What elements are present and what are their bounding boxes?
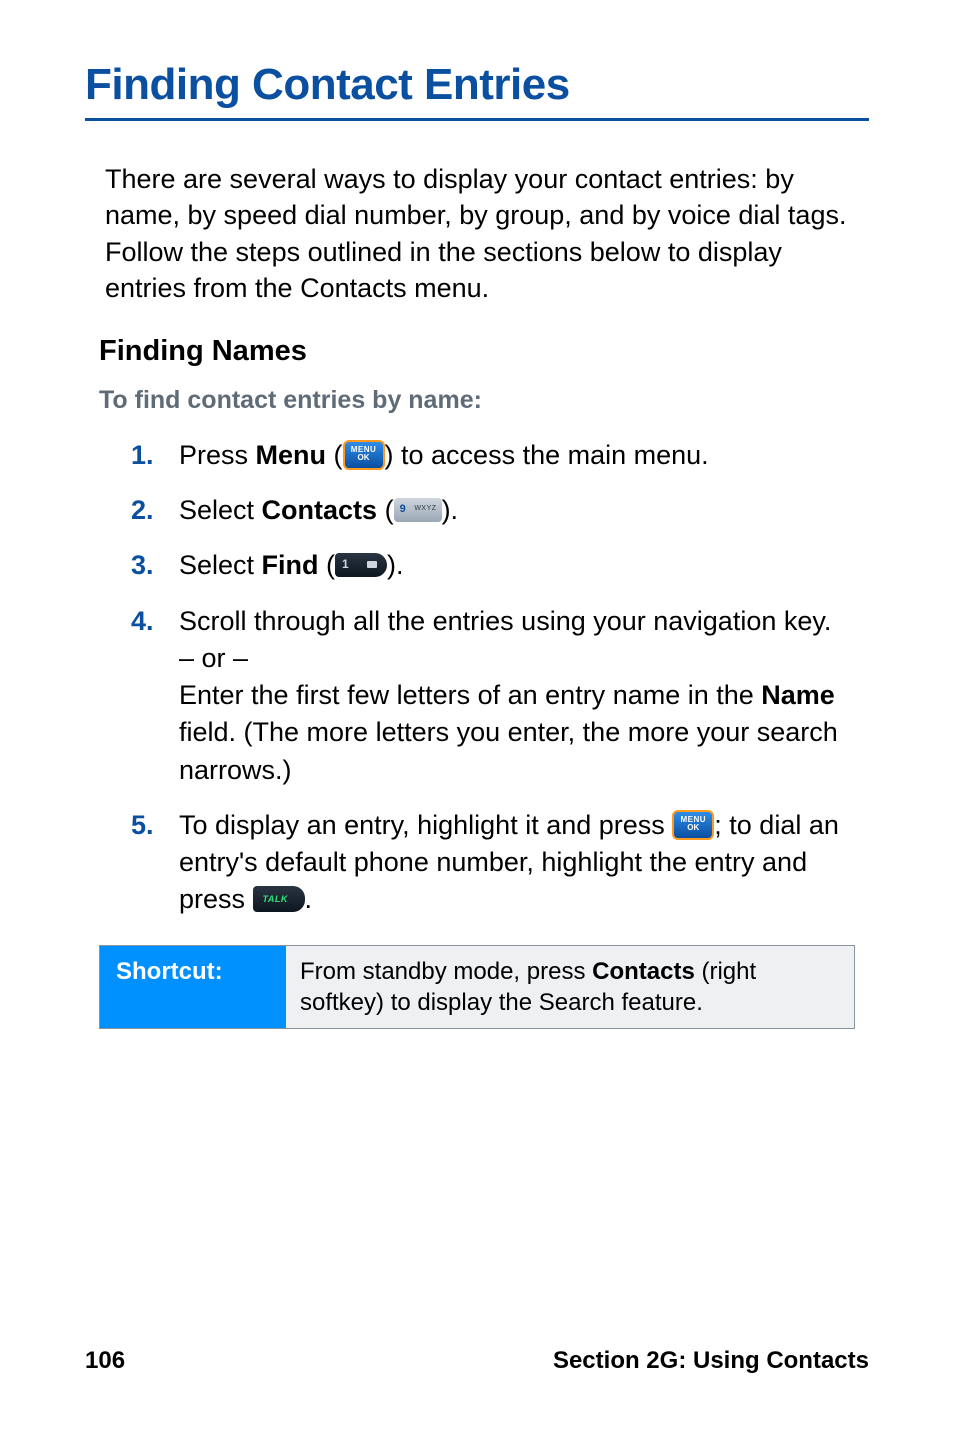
text: ( [377,495,394,525]
shortcut-content: From standby mode, press Contacts (right… [286,946,854,1028]
page-title: Finding Contact Entries [85,60,869,121]
step-number: 3. [131,547,179,584]
step-body: Press Menu (MENUOK) to access the main m… [179,437,869,474]
prompt-find-by-name: To find contact entries by name: [99,386,869,415]
step-4: 4. Scroll through all the entries using … [131,603,869,789]
icon-text: OK [345,454,383,462]
contacts-label: Contacts [592,958,695,985]
menu-label: Menu [256,440,327,470]
text: From standby mode, press [300,958,592,985]
step-5: 5. To display an entry, highlight it and… [131,807,869,919]
text: Enter the first few letters of an entry … [179,680,761,710]
step-1: 1. Press Menu (MENUOK) to access the mai… [131,437,869,474]
contacts-label: Contacts [262,495,378,525]
nine-key-icon [394,498,442,522]
text: ) to access the main menu. [385,440,709,470]
step-body: Select Find (). [179,547,869,584]
step-number: 2. [131,492,179,529]
step-number: 1. [131,437,179,474]
steps-list: 1. Press Menu (MENUOK) to access the mai… [131,437,869,919]
page-footer: 106 Section 2G: Using Contacts [85,1347,869,1375]
text: Select [179,550,262,580]
text: Press [179,440,256,470]
step-body: Scroll through all the entries using you… [179,603,869,789]
find-label: Find [262,550,319,580]
text: field. (The more letters you enter, the … [179,717,838,784]
step-number: 5. [131,807,179,844]
step-body: To display an entry, highlight it and pr… [179,807,869,919]
step-3: 3. Select Find (). [131,547,869,584]
name-label: Name [761,680,835,710]
text: ). [387,550,404,580]
page-number: 106 [85,1347,125,1375]
text: . [305,884,313,914]
section-label: Section 2G: Using Contacts [553,1347,869,1375]
shortcut-box: Shortcut: From standby mode, press Conta… [99,945,855,1029]
text: ( [326,440,343,470]
text: To display an entry, highlight it and pr… [179,810,672,840]
text: ( [319,550,336,580]
shortcut-label: Shortcut: [100,946,286,1028]
menu-ok-key-icon: MENUOK [343,440,385,470]
intro-paragraph: There are several ways to display your c… [105,161,869,307]
icon-text: OK [674,824,712,832]
text: Scroll through all the entries using you… [179,606,831,636]
step-number: 4. [131,603,179,640]
subheading-finding-names: Finding Names [99,335,869,368]
text: Select [179,495,262,525]
step-2: 2. Select Contacts (). [131,492,869,529]
one-key-icon [335,553,387,577]
or-separator: – or – [179,643,248,673]
menu-ok-key-icon: MENUOK [672,810,714,840]
text: ). [442,495,459,525]
step-body: Select Contacts (). [179,492,869,529]
talk-key-icon [253,886,305,912]
